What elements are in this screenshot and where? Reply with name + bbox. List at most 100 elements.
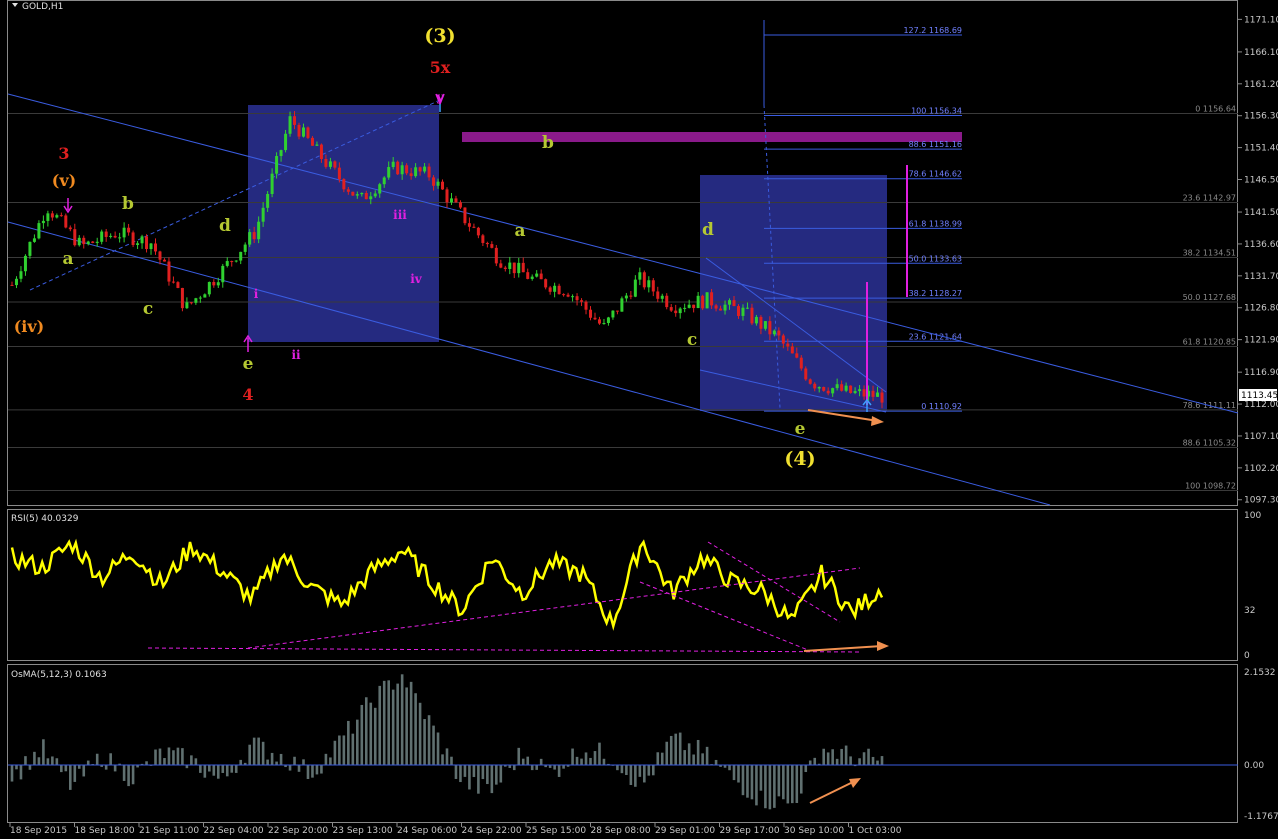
osma-bar xyxy=(427,715,431,766)
bear-candle xyxy=(642,272,646,288)
osma-bar xyxy=(60,765,63,773)
osma-bar xyxy=(315,765,319,775)
bull-candle xyxy=(638,272,642,280)
osma-bar xyxy=(131,765,135,785)
bull-candle xyxy=(728,300,732,305)
bear-candle xyxy=(750,307,754,324)
bear-candle xyxy=(467,223,471,227)
bear-candle xyxy=(68,227,72,230)
bull-candle xyxy=(535,273,539,277)
bull-candle xyxy=(234,260,238,262)
bull-candle xyxy=(876,392,880,397)
osma-bar xyxy=(190,755,193,766)
bear-candle xyxy=(252,232,256,240)
osma-bar xyxy=(329,757,332,766)
bear-candle xyxy=(82,237,86,245)
bear-candle xyxy=(346,189,350,192)
bear-candle xyxy=(799,357,803,369)
osma-bar xyxy=(495,765,498,785)
bull-candle xyxy=(387,167,391,178)
bull-candle xyxy=(517,262,521,274)
osma-bar xyxy=(826,752,830,766)
price-tick-label: 1171.10 xyxy=(1244,15,1278,25)
osma-label: OsMA(5,12,3) 0.1063 xyxy=(11,670,107,680)
bear-candle xyxy=(840,384,844,391)
osma-bar xyxy=(86,760,90,766)
bull-candle xyxy=(288,116,292,134)
osma-bar xyxy=(73,765,77,782)
osma-bar xyxy=(539,758,543,766)
bull-candle xyxy=(86,241,90,245)
bear-candle xyxy=(73,229,77,246)
osma-bar xyxy=(813,757,817,766)
osma-bar xyxy=(871,756,875,766)
osma-bar xyxy=(391,689,395,766)
osma-bar xyxy=(225,765,229,777)
bull-candle xyxy=(194,298,198,303)
bull-candle xyxy=(373,193,377,197)
osma-bar xyxy=(28,765,32,770)
bear-candle xyxy=(351,191,355,196)
bear-candle xyxy=(418,167,422,172)
osma-bar xyxy=(33,751,36,766)
bull-candle xyxy=(772,330,776,335)
wave-label-e-2: e xyxy=(795,419,806,439)
wave-label-3: 3 xyxy=(58,144,69,163)
bull-candle xyxy=(436,181,440,186)
resistance-zone xyxy=(462,132,962,142)
wave-label-i: i xyxy=(254,287,259,301)
bear-candle xyxy=(777,330,781,336)
bear-candle xyxy=(499,263,503,268)
bull-candle xyxy=(239,251,243,261)
osma-bar xyxy=(678,732,682,766)
bear-candle xyxy=(759,316,763,329)
bear-candle xyxy=(154,243,158,252)
osma-bar xyxy=(15,765,18,770)
bear-candle xyxy=(481,235,485,243)
osma-bar xyxy=(302,759,305,766)
bear-candle xyxy=(692,304,696,309)
price-tick-label: 1112.00 xyxy=(1244,400,1278,410)
bear-candle xyxy=(584,301,588,310)
osma-bar xyxy=(463,765,467,777)
osma-bar xyxy=(768,765,772,810)
bear-candle xyxy=(319,144,323,160)
osma-bar xyxy=(616,765,619,771)
bull-candle xyxy=(243,244,247,252)
bear-candle xyxy=(158,251,162,260)
current-price-marker: 1113.45 xyxy=(1239,389,1278,401)
price-tick-label: 1121.90 xyxy=(1244,336,1278,346)
osma-bar xyxy=(288,765,292,771)
osma-bar xyxy=(773,765,776,808)
osma-bar xyxy=(553,765,556,770)
wave-label-c-2: c xyxy=(687,330,697,350)
bear-candle xyxy=(822,386,826,391)
bull-candle xyxy=(225,261,229,266)
wave-label-v: (v) xyxy=(52,171,76,190)
bear-candle xyxy=(476,227,480,236)
time-tick-label: 1 Oct 03:00 xyxy=(849,826,902,836)
osma-bar xyxy=(68,765,72,790)
osma-bar xyxy=(741,765,745,796)
osma-bar xyxy=(840,748,843,766)
osma-bar xyxy=(306,765,310,779)
time-tick-label: 24 Sep 22:00 xyxy=(462,826,522,836)
osma-bar xyxy=(486,765,489,785)
osma-bar xyxy=(194,758,198,766)
time-tick-label: 30 Sep 10:00 xyxy=(784,826,844,836)
wave-label-d-2: d xyxy=(702,220,714,240)
bull-candle xyxy=(508,262,512,269)
bear-candle xyxy=(212,282,216,286)
bear-candle xyxy=(768,321,772,335)
osma-bar xyxy=(535,765,538,770)
wave-label-iv: iv xyxy=(410,272,423,286)
rsi-label: RSI(5) 40.0329 xyxy=(11,514,79,524)
osma-bar xyxy=(472,765,476,778)
bull-candle xyxy=(817,386,821,389)
osma-bar xyxy=(257,737,260,766)
triangle-box-left xyxy=(248,105,439,342)
fib-label-left: 127.2 1168.69 xyxy=(903,26,962,35)
osma-bar xyxy=(95,753,99,766)
fib-label-right: 23.6 1142.97 xyxy=(1183,193,1236,202)
bear-candle xyxy=(342,179,346,190)
